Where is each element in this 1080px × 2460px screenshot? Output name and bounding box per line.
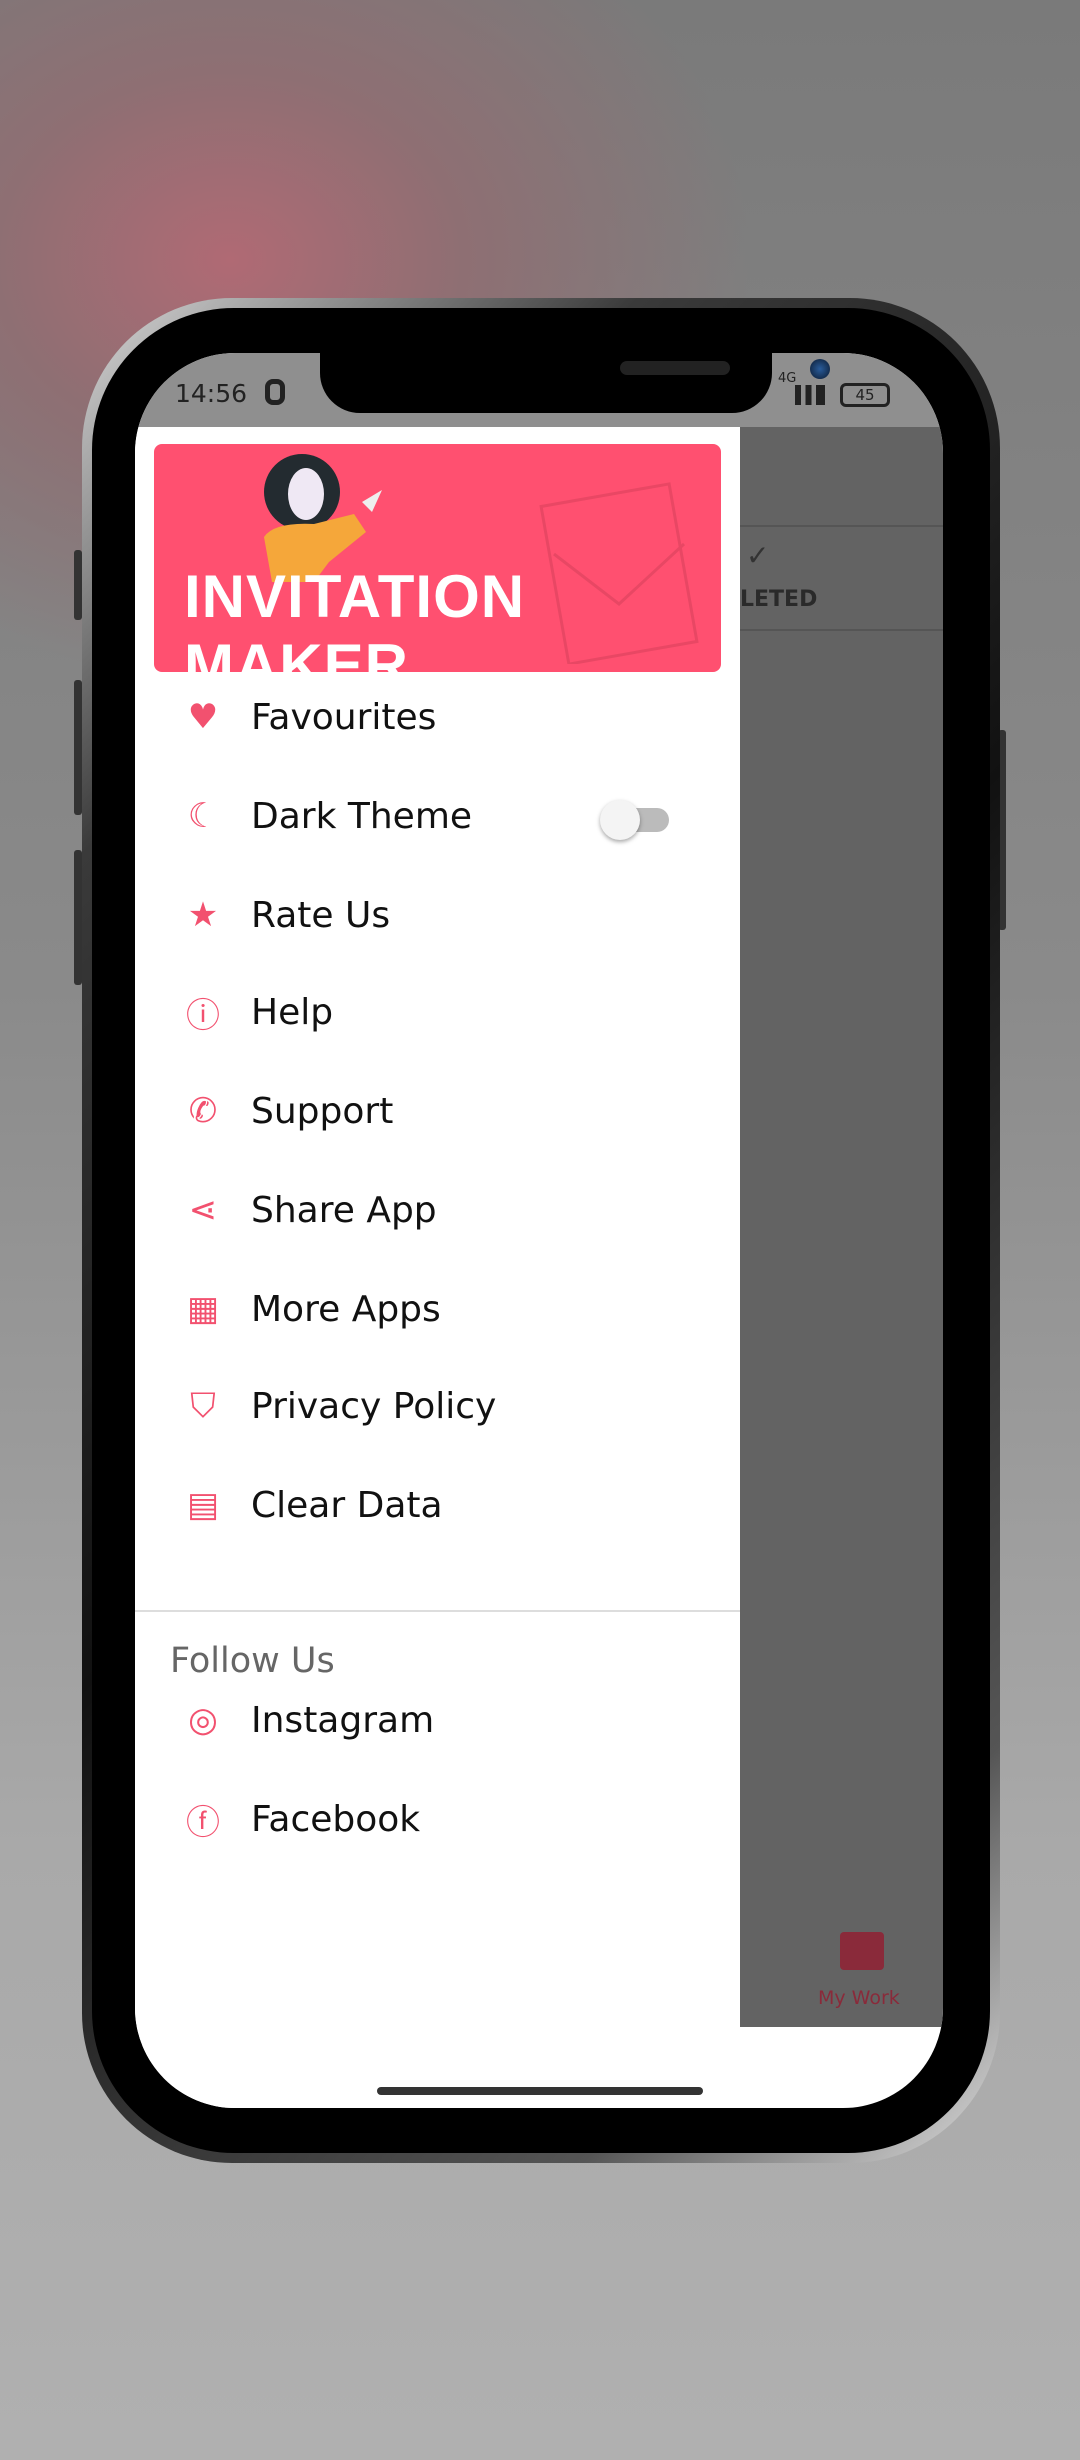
menu-item-label: Support (251, 1090, 394, 1132)
battery-icon: 45 (840, 383, 890, 407)
menu-item-clear-data[interactable]: ▤ Clear Data (135, 1465, 740, 1545)
instagram-icon: ◎ (188, 1700, 218, 1740)
mute-switch (74, 550, 82, 620)
share-icon: ⋖ (188, 1190, 218, 1230)
shield-lock-icon: ⛉ (190, 1386, 216, 1426)
status-time: 14:56 (175, 379, 248, 408)
menu-item-rate-us[interactable]: ★ Rate Us (135, 875, 740, 955)
nav-my-work[interactable]: My Work (818, 1987, 900, 2009)
network-type: 4G (778, 371, 797, 386)
menu-item-label: Rate Us (251, 894, 391, 936)
screen: 14:56 4G 45 ✓ LETED My Work INVITATION M… (135, 353, 943, 2108)
camera-icon (810, 359, 830, 379)
banner-title: INVITATION MAKER (184, 563, 526, 672)
menu-item-support[interactable]: ✆ Support (135, 1071, 740, 1151)
clear-data-icon: ▤ (186, 1485, 220, 1525)
menu-item-favourites[interactable]: ♥ Favourites (135, 677, 740, 757)
menu-item-label: Facebook (251, 1798, 421, 1840)
info-icon: ⓘ (186, 995, 220, 1036)
app-banner: INVITATION MAKER (154, 444, 721, 672)
menu-item-label: Privacy Policy (251, 1385, 497, 1427)
signal-icon (795, 385, 825, 405)
notification-icon (265, 379, 285, 405)
menu-item-label: Clear Data (251, 1484, 443, 1526)
menu-item-dark-theme[interactable]: ☾ Dark Theme (135, 776, 740, 856)
divider (135, 1610, 740, 1612)
apps-icon: ▦ (186, 1289, 220, 1329)
phone-icon: ✆ (188, 1091, 218, 1131)
moon-icon: ☾ (187, 796, 219, 836)
status-bar: 14:56 4G 45 (135, 353, 943, 427)
menu-item-label: Help (251, 991, 334, 1033)
follow-us-heading: Follow Us (170, 1641, 335, 1681)
volume-down-button (74, 850, 82, 985)
star-icon: ★ (187, 895, 219, 935)
heart-icon: ♥ (187, 697, 219, 737)
volume-up-button (74, 680, 82, 815)
inbox-tray-icon (840, 1932, 884, 1970)
menu-item-more-apps[interactable]: ▦ More Apps (135, 1269, 740, 1349)
menu-item-label: More Apps (251, 1288, 441, 1330)
menu-item-instagram[interactable]: ◎ Instagram (135, 1680, 740, 1760)
notch (320, 353, 830, 413)
menu-item-label: Share App (251, 1189, 437, 1231)
menu-item-label: Instagram (251, 1699, 435, 1741)
facebook-icon: ⓕ (186, 1802, 220, 1843)
menu-item-privacy-policy[interactable]: ⛉ Privacy Policy (135, 1366, 740, 1446)
tab-completed: LETED (740, 587, 818, 612)
menu-item-help[interactable]: ⓘ Help (135, 972, 740, 1052)
menu-item-label: Favourites (251, 696, 437, 738)
home-indicator (377, 2087, 703, 2095)
menu-item-share-app[interactable]: ⋖ Share App (135, 1170, 740, 1250)
check-icon: ✓ (746, 539, 770, 572)
menu-item-label: Dark Theme (251, 795, 473, 837)
navigation-drawer: INVITATION MAKER ♥ Favourites ☾ Dark Theme ★… (135, 427, 740, 2108)
background-app-scrim[interactable]: ✓ LETED My Work (740, 427, 943, 2027)
dark-theme-toggle[interactable] (600, 800, 669, 840)
menu-item-facebook[interactable]: ⓕ Facebook (135, 1779, 740, 1859)
